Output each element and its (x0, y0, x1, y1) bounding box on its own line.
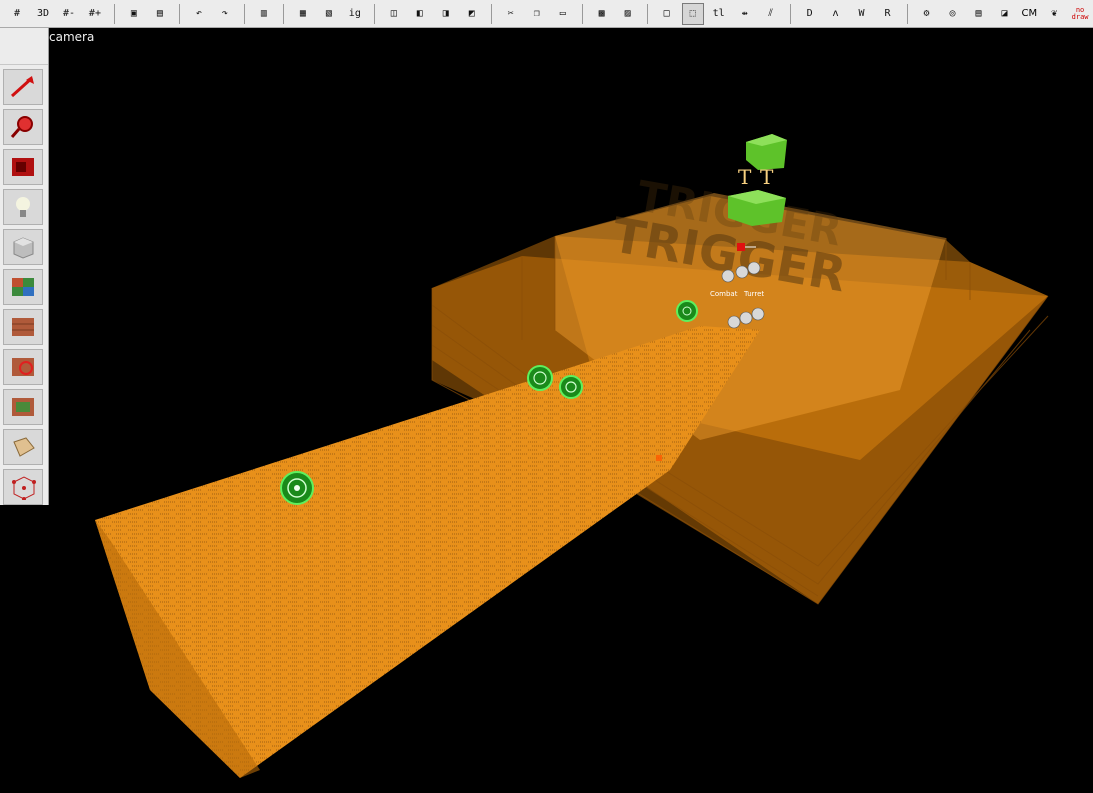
clipping-tool-icon[interactable] (3, 389, 43, 425)
compile-icon[interactable]: ⚙ (916, 3, 938, 25)
selection-tool-icon[interactable] (3, 69, 43, 105)
tools-panel-header (0, 28, 48, 65)
group-icon[interactable]: ▦ (292, 3, 314, 25)
wireframe-icon[interactable]: ʌ (825, 3, 847, 25)
main-toolbar: # 3D #- #+ ▣ ▤ ↶ ↷ ▥ ▦ ▧ ig ◫ ◧ ◨ ◩ ✂ ❐ … (0, 0, 1093, 28)
camera-tool-icon[interactable] (3, 149, 43, 185)
entity-tool-icon[interactable] (3, 189, 43, 225)
3d-grid-icon[interactable]: 3D (32, 3, 54, 25)
toggle-texture-tool-icon[interactable] (3, 269, 43, 305)
snap-icon[interactable]: D (799, 3, 821, 25)
apply-overlay-tool-icon[interactable] (3, 349, 43, 385)
leaf-icon[interactable]: ❦ (1043, 3, 1065, 25)
quick-hide-icon[interactable]: ◩ (461, 3, 483, 25)
block-tool-icon[interactable] (3, 229, 43, 265)
apply-decal-tool-icon[interactable] (3, 309, 43, 345)
ignore-group-icon[interactable]: ig (344, 3, 366, 25)
tools-panel (0, 28, 49, 505)
magnify-tool-icon[interactable] (3, 109, 43, 145)
target-entity-icon[interactable] (280, 471, 314, 505)
flip-icon[interactable]: ⇹ (734, 3, 756, 25)
paste-icon[interactable]: ▭ (552, 3, 574, 25)
grid-smaller-icon[interactable]: #- (58, 3, 80, 25)
color-icon[interactable]: ◪ (993, 3, 1015, 25)
toolbar-separator (906, 3, 908, 24)
cm-button[interactable]: CM (1021, 8, 1037, 19)
sphere-icon[interactable]: ◎ (942, 3, 964, 25)
displacement-icon[interactable]: ▤ (968, 3, 990, 25)
selection-box-icon[interactable]: ⬚ (681, 2, 704, 25)
entity-label-combat: Combat (710, 290, 738, 298)
target-entity-icon[interactable] (676, 300, 698, 322)
orange-point-marker (656, 455, 662, 461)
carve-icon[interactable]: ▥ (253, 3, 275, 25)
hide-icon[interactable]: ◫ (383, 3, 405, 25)
viewport-label: camera (49, 30, 95, 44)
grid-toggle-icon[interactable]: # (6, 3, 28, 25)
target-entity-icon[interactable] (559, 375, 583, 399)
3d-viewport[interactable]: TRIGGER TRIGGER T T Combat Turret (0, 0, 1093, 793)
toolbar-separator (646, 3, 648, 24)
nodraw-line-2: draw (1071, 12, 1089, 21)
toolbar-separator (282, 3, 284, 24)
clip-icon[interactable]: ▣ (123, 3, 145, 25)
toolbar-separator (243, 3, 245, 24)
vertex-tool-icon[interactable] (3, 429, 43, 465)
model-icon[interactable]: R (877, 3, 899, 25)
text-entity-t[interactable]: T (760, 165, 774, 189)
show-all-icon[interactable]: ◨ (435, 3, 457, 25)
undo-icon[interactable]: ↶ (188, 3, 210, 25)
texture-lock-icon[interactable]: ▩ (591, 3, 613, 25)
toolbar-separator (178, 3, 180, 24)
vertex-icon[interactable]: W (851, 3, 873, 25)
toolbar-separator (490, 3, 492, 24)
entity-label-turret: Turret (743, 290, 764, 298)
cut-icon[interactable]: ✂ (500, 3, 522, 25)
texture-scale-icon[interactable]: ▨ (617, 3, 639, 25)
red-entity-marker[interactable] (737, 243, 745, 251)
redo-icon[interactable]: ↷ (214, 3, 236, 25)
text-entity-t[interactable]: T (738, 165, 752, 189)
toolbar-separator (581, 3, 583, 24)
ungroup-icon[interactable]: ▧ (318, 3, 340, 25)
copy-icon[interactable]: ❐ (526, 3, 548, 25)
toolbar-separator (789, 3, 791, 24)
nodraw-button[interactable]: no draw (1069, 3, 1091, 25)
path-tool-icon[interactable] (3, 469, 43, 505)
alignment-icon[interactable]: ⫽ (760, 3, 782, 25)
target-entity-icon[interactable] (527, 365, 553, 391)
toolbar-separator (113, 3, 115, 24)
select-face-icon[interactable]: ▤ (149, 3, 171, 25)
tl-icon[interactable]: tl (708, 3, 730, 25)
show-icon[interactable]: ◧ (409, 3, 431, 25)
grid-larger-icon[interactable]: #+ (84, 3, 106, 25)
cordon-icon[interactable]: □ (656, 3, 678, 25)
toolbar-separator (373, 3, 375, 24)
